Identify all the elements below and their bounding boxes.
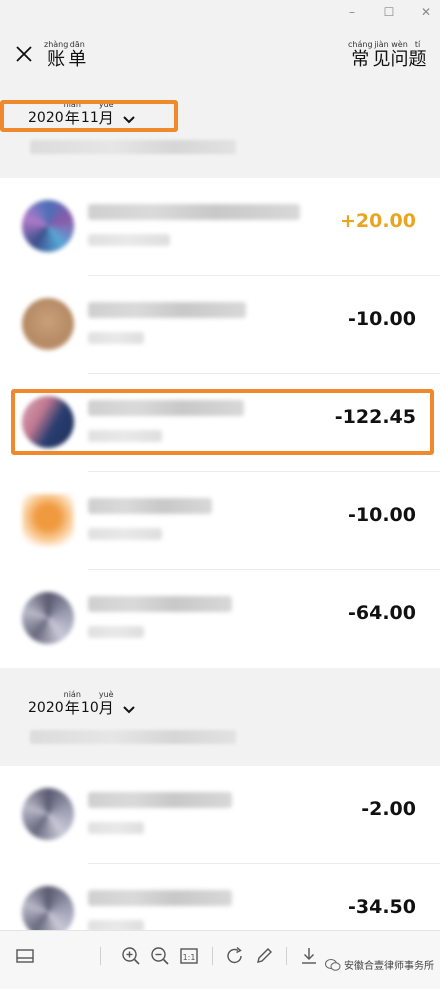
transaction-amount: +20.00: [339, 210, 416, 232]
transaction-row[interactable]: -10.00: [0, 472, 440, 570]
avatar: [22, 298, 74, 350]
transaction-row[interactable]: +20.00: [0, 178, 440, 276]
transaction-time: [88, 528, 162, 540]
transaction-title: [88, 204, 300, 220]
watermark: 安徽合壹律师事务所: [325, 957, 434, 972]
month-selector[interactable]: 2020 nián 年 10 yuè 月: [28, 690, 136, 717]
transaction-row[interactable]: -64.00: [0, 570, 440, 668]
layout-icon[interactable]: [14, 945, 36, 967]
transaction-amount: -2.00: [361, 798, 416, 820]
transaction-time: [88, 332, 144, 344]
month-highlight-box: [0, 100, 178, 132]
transaction-list: -2.00 -34.50: [0, 766, 440, 938]
download-icon[interactable]: [298, 945, 320, 967]
svg-text:1:1: 1:1: [183, 953, 196, 962]
month-summary: [30, 140, 236, 154]
toolbar-divider: [286, 947, 287, 965]
avatar: [22, 200, 74, 252]
transaction-row[interactable]: -10.00: [0, 276, 440, 374]
month-section-header: 2020 nián 年 10 yuè 月: [0, 668, 440, 766]
transaction-amount: -10.00: [348, 308, 416, 330]
actual-size-icon[interactable]: 1:1: [178, 945, 200, 967]
avatar: [22, 592, 74, 644]
transaction-time: [88, 822, 144, 834]
transaction-title: [88, 792, 232, 808]
transaction-title: [88, 890, 232, 906]
transaction-title: [88, 498, 212, 514]
transaction-time: [88, 234, 170, 246]
viewer-toolbar: 1:1 安徽合壹律师事务所: [0, 930, 440, 989]
transaction-time: [88, 626, 144, 638]
toolbar-divider: [212, 947, 213, 965]
toolbar-divider: [100, 947, 101, 965]
edit-icon[interactable]: [253, 945, 275, 967]
faq-link[interactable]: cháng 常 jiàn 见 wèn 问 tí 题: [348, 40, 427, 71]
page-header: zhàng 账 dān 单 cháng 常 jiàn 见 wèn 问 tí 题: [0, 26, 440, 86]
transaction-title: [88, 302, 246, 318]
zoom-out-icon[interactable]: [149, 945, 171, 967]
page-title: zhàng 账 dān 单: [44, 40, 87, 70]
close-icon[interactable]: [14, 44, 34, 64]
zoom-in-icon[interactable]: [120, 945, 142, 967]
avatar: [22, 494, 74, 546]
minimize-button[interactable]: –: [344, 4, 360, 20]
transaction-highlight-box: [11, 389, 434, 455]
transaction-amount: -34.50: [348, 896, 416, 918]
chevron-down-icon[interactable]: [122, 705, 136, 715]
watermark-text: 安徽合壹律师事务所: [344, 961, 434, 972]
wechat-icon: [325, 958, 341, 971]
rotate-icon[interactable]: [224, 945, 246, 967]
transaction-amount: -64.00: [348, 602, 416, 624]
window-close-button[interactable]: ✕: [418, 4, 434, 20]
avatar: [22, 788, 74, 840]
month-summary: [30, 730, 236, 744]
transaction-row[interactable]: -2.00: [0, 766, 440, 864]
transaction-amount: -10.00: [348, 504, 416, 526]
maximize-button[interactable]: ☐: [381, 4, 397, 20]
transaction-title: [88, 596, 232, 612]
window-titlebar: – ☐ ✕: [0, 0, 440, 26]
